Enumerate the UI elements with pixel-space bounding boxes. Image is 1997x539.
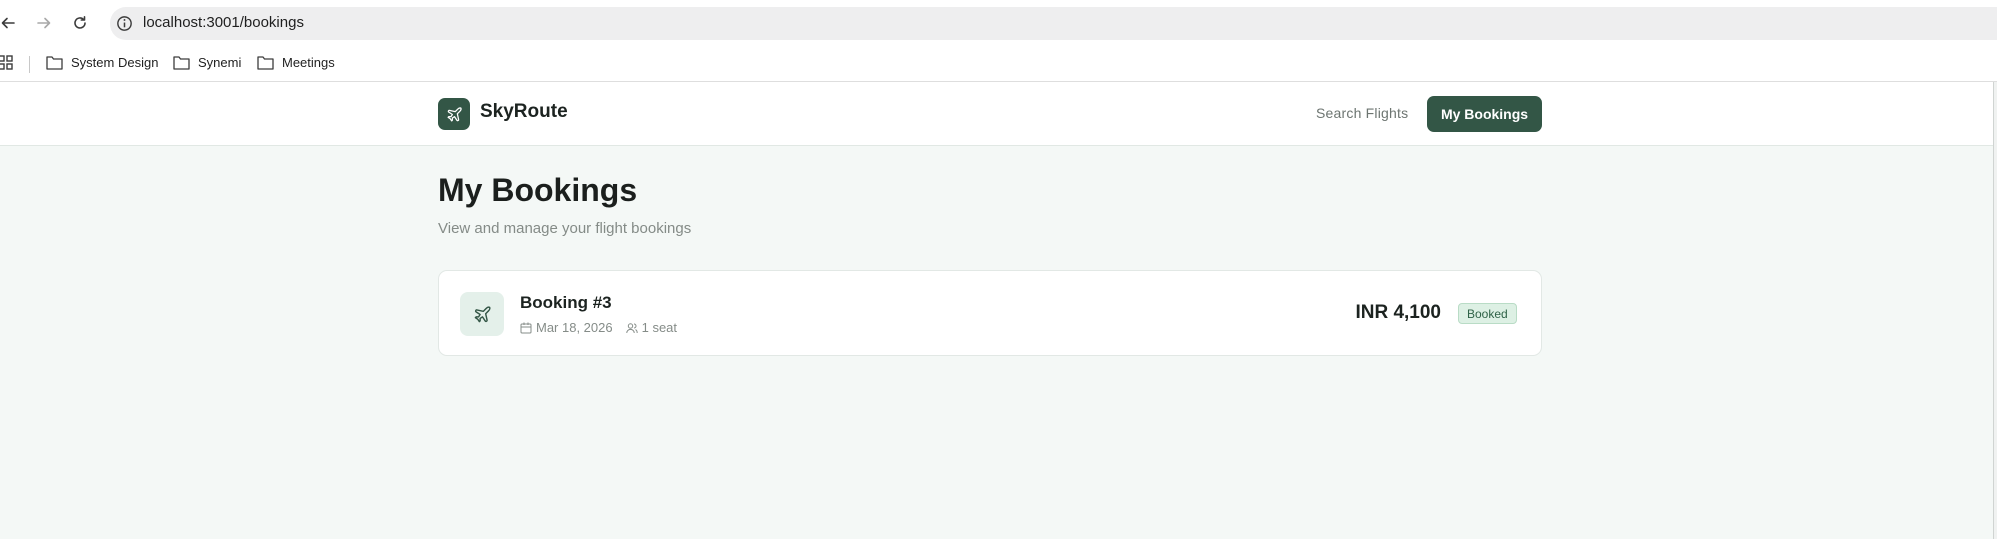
folder-icon (173, 56, 190, 70)
bookmark-label: Synemi (198, 55, 242, 70)
page-title: My Bookings (438, 172, 638, 208)
page-subtitle: View and manage your flight bookings (438, 220, 692, 237)
back-icon[interactable] (0, 11, 20, 35)
url-text[interactable]: localhost:3001/bookings (143, 14, 304, 31)
nav-search-flights[interactable]: Search Flights (1316, 105, 1408, 121)
users-icon (625, 322, 638, 333)
booking-meta: Mar 18, 2026 1 seat (520, 320, 677, 335)
booking-title: Booking #3 (520, 293, 612, 312)
bookmark-synemi[interactable]: Synemi (173, 55, 241, 70)
browser-toolbar: localhost:3001/bookings (0, 0, 1997, 46)
booking-seats: 1 seat (641, 320, 678, 335)
booking-price: INR 4,100 (1355, 302, 1441, 323)
bookmarks-separator (29, 56, 30, 73)
plane-icon (474, 306, 490, 322)
app-header: SkyRoute Search Flights My Bookings (0, 82, 1993, 146)
bookmark-label: Meetings (282, 55, 335, 70)
site-info-icon[interactable] (115, 14, 134, 33)
brand-name[interactable]: SkyRoute (480, 101, 568, 123)
bookmark-system-design[interactable]: System Design (46, 55, 158, 70)
booking-card[interactable]: Booking #3 Mar 18, 2026 1 seat INR 4,100… (438, 270, 1542, 356)
folder-icon (257, 56, 274, 70)
address-bar[interactable] (110, 7, 1997, 40)
logo[interactable] (438, 98, 470, 130)
status-badge: Booked (1458, 303, 1517, 324)
booking-icon-box (460, 292, 504, 336)
booking-date: Mar 18, 2026 (536, 320, 613, 335)
bookmark-meetings[interactable]: Meetings (257, 55, 335, 70)
page-scrollbar[interactable] (1993, 82, 1997, 539)
reload-icon[interactable] (68, 11, 92, 35)
nav-my-bookings[interactable]: My Bookings (1427, 96, 1542, 132)
plane-icon (446, 106, 462, 122)
bookmarks-bar: System Design Synemi Meetings (0, 46, 1997, 82)
bookmark-label: System Design (71, 55, 159, 70)
folder-icon (46, 56, 63, 70)
apps-grid-icon[interactable] (0, 55, 16, 71)
forward-icon[interactable] (32, 11, 56, 35)
calendar-icon (520, 322, 532, 333)
